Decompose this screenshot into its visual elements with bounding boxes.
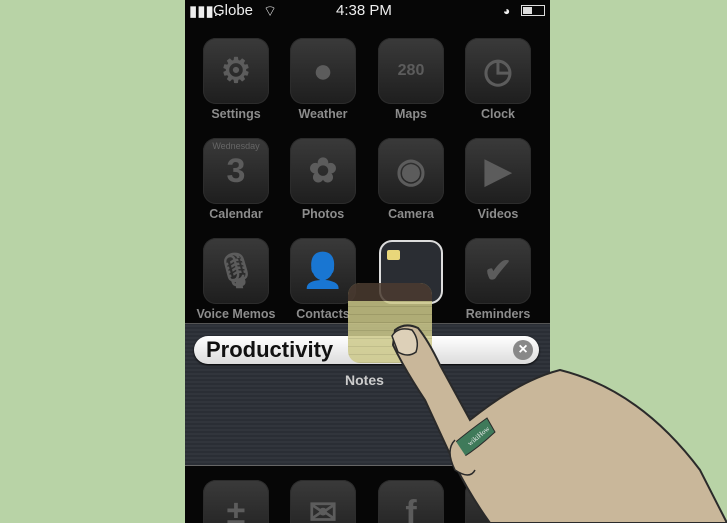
hand-illustration: wikiHow <box>391 324 727 523</box>
